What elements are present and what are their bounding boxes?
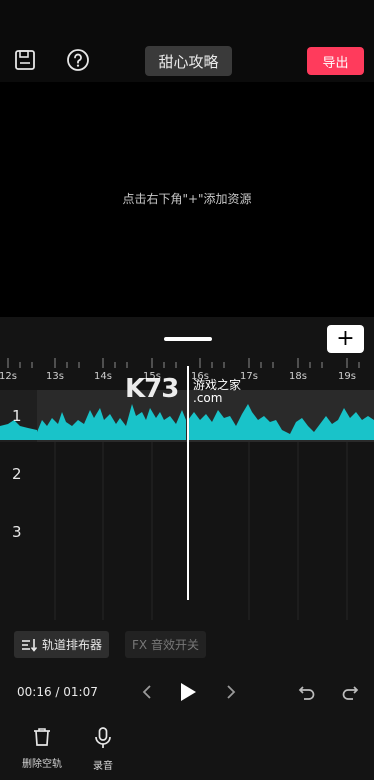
track-number: 1 xyxy=(12,407,22,425)
track-number: 2 xyxy=(12,465,22,483)
track-arranger-label: 轨道排布器 xyxy=(42,638,103,652)
watermark-domain: .com xyxy=(193,391,223,405)
ruler-label: 14s xyxy=(94,371,112,382)
export-button[interactable]: 导出 xyxy=(307,47,364,75)
previous-icon[interactable] xyxy=(135,680,159,704)
record-audio-label: 录音 xyxy=(93,761,113,772)
help-icon[interactable] xyxy=(65,47,91,73)
fx-toggle-button[interactable]: FX 音效开关 xyxy=(125,631,206,658)
playhead[interactable] xyxy=(187,366,189,600)
project-title-button[interactable]: 甜心攻略 xyxy=(145,46,232,76)
redo-icon[interactable] xyxy=(338,680,362,704)
save-icon[interactable] xyxy=(12,47,38,73)
delete-empty-tracks-button[interactable]: 删除空轨 xyxy=(17,727,67,770)
ruler-label: 12s xyxy=(0,371,17,382)
ruler-label: 13s xyxy=(46,371,64,382)
undo-icon[interactable] xyxy=(295,680,319,704)
record-audio-button[interactable]: 录音 xyxy=(78,727,128,772)
play-icon[interactable] xyxy=(176,680,200,704)
preview-hint: 点击右下角"+"添加资源 xyxy=(122,192,252,206)
watermark-logo: K73 xyxy=(125,374,179,404)
track-number: 3 xyxy=(12,523,22,541)
panel-drag-handle[interactable] xyxy=(164,337,212,341)
ruler-label: 19s xyxy=(338,371,356,382)
next-icon[interactable] xyxy=(219,680,243,704)
track-arranger-button[interactable]: 轨道排布器 xyxy=(14,631,110,658)
time-display: 00:16 / 01:07 xyxy=(17,685,98,699)
add-track-button[interactable]: + xyxy=(327,325,364,353)
delete-empty-tracks-label: 删除空轨 xyxy=(22,759,62,770)
ruler-label: 17s xyxy=(240,371,258,382)
microphone-icon xyxy=(94,727,112,749)
trash-icon xyxy=(33,727,51,747)
sort-icon xyxy=(21,638,37,652)
ruler-label: 18s xyxy=(289,371,307,382)
